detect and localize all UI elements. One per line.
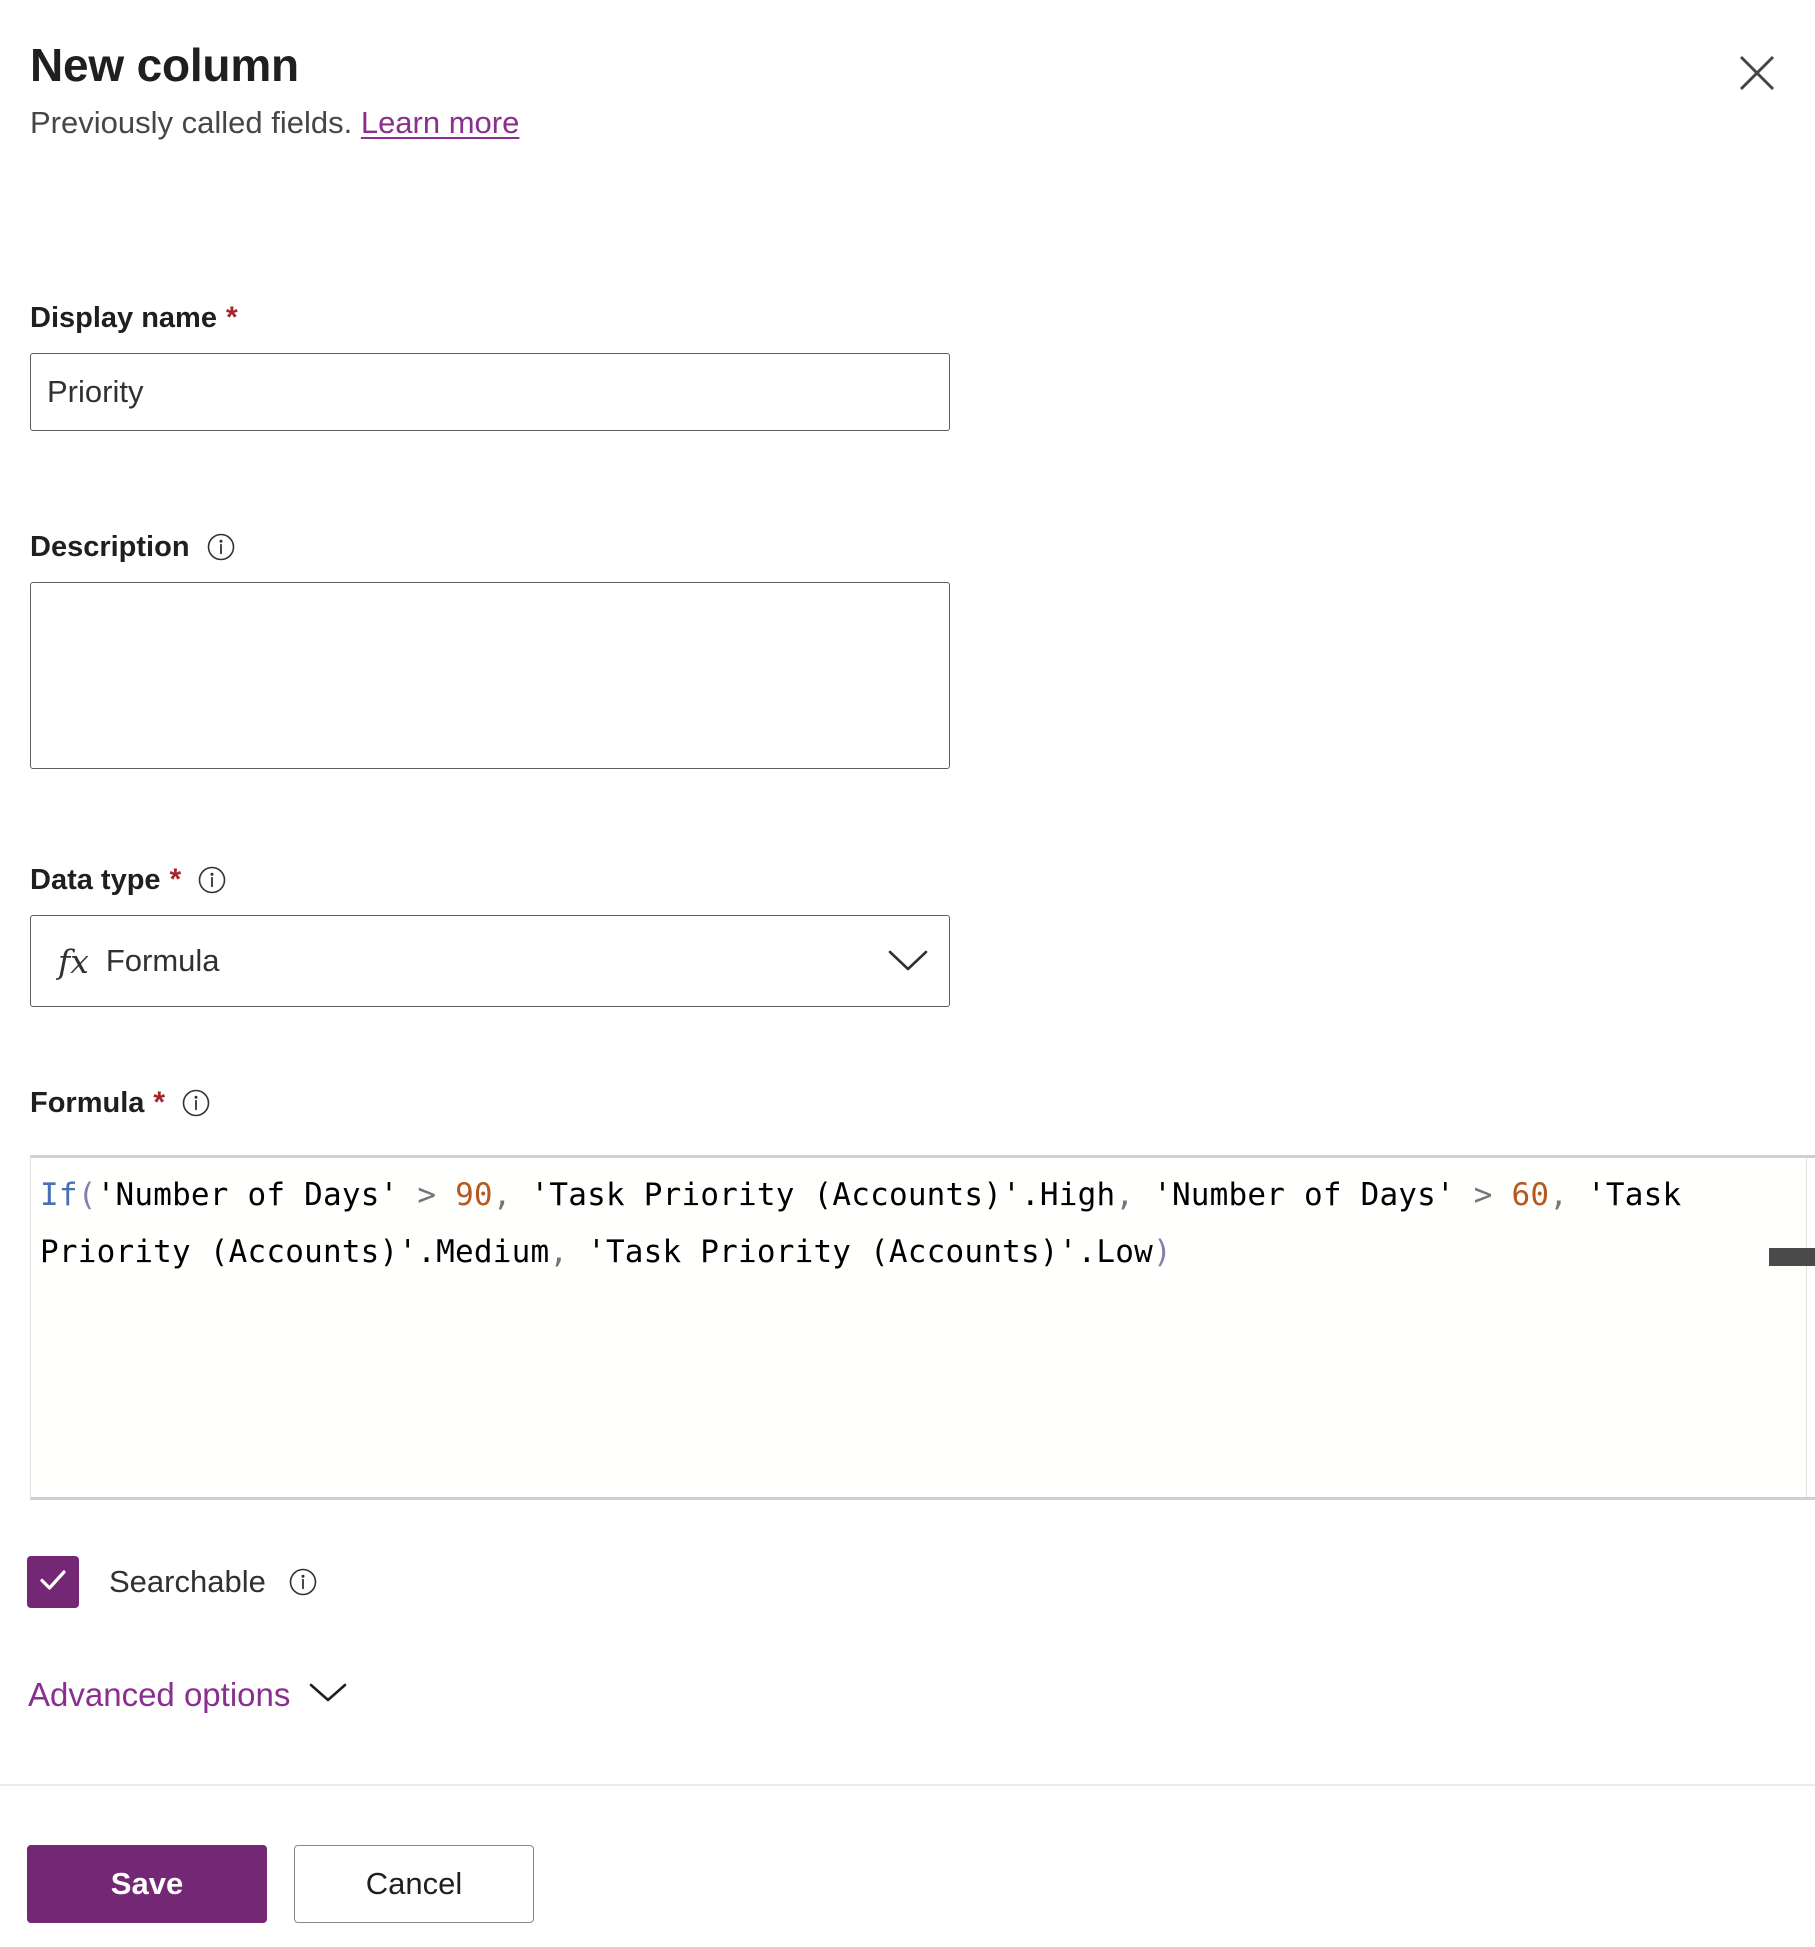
close-button[interactable] bbox=[1724, 40, 1790, 106]
formula-fx-icon: fx bbox=[58, 942, 89, 981]
data-type-label: Data type * bbox=[30, 862, 950, 898]
footer-actions: Save Cancel bbox=[27, 1845, 534, 1923]
data-type-dropdown[interactable]: fx Formula bbox=[30, 915, 950, 1007]
searchable-checkbox-row[interactable]: Searchable bbox=[27, 1556, 318, 1608]
description-textarea[interactable] bbox=[30, 582, 950, 769]
searchable-label: Searchable bbox=[109, 1564, 266, 1600]
formula-label-row: Formula * bbox=[30, 1085, 211, 1121]
display-name-input[interactable] bbox=[30, 353, 950, 431]
searchable-checkbox[interactable] bbox=[27, 1556, 79, 1608]
required-marker: * bbox=[226, 300, 238, 336]
info-icon[interactable] bbox=[181, 1088, 211, 1118]
chevron-down-icon bbox=[308, 1681, 348, 1710]
formula-editor[interactable]: If('Number of Days' > 90, 'Task Priority… bbox=[30, 1155, 1815, 1500]
data-type-selected-value: Formula bbox=[106, 943, 887, 979]
data-type-label-text: Data type bbox=[30, 863, 161, 898]
advanced-options-toggle[interactable]: Advanced options bbox=[28, 1676, 348, 1714]
info-icon[interactable] bbox=[288, 1567, 318, 1597]
footer-divider bbox=[0, 1784, 1815, 1786]
display-name-label-text: Display name bbox=[30, 301, 217, 336]
info-icon[interactable] bbox=[197, 865, 227, 895]
description-label-text: Description bbox=[30, 530, 190, 565]
checkmark-icon bbox=[36, 1563, 70, 1602]
formula-label-text: Formula bbox=[30, 1086, 144, 1121]
page-title: New column bbox=[30, 40, 1785, 91]
formula-label: Formula * bbox=[30, 1085, 211, 1121]
learn-more-link[interactable]: Learn more bbox=[361, 105, 520, 140]
display-name-label: Display name * bbox=[30, 300, 950, 336]
description-label: Description bbox=[30, 530, 950, 565]
new-column-panel: New column Previously called fields. Lea… bbox=[0, 0, 1815, 1947]
panel-header: New column Previously called fields. Lea… bbox=[30, 40, 1785, 141]
panel-subtitle: Previously called fields. Learn more bbox=[30, 104, 1785, 141]
required-marker: * bbox=[170, 862, 182, 898]
cancel-button[interactable]: Cancel bbox=[294, 1845, 534, 1923]
formula-scrollbar[interactable] bbox=[1806, 1158, 1815, 1497]
save-button[interactable]: Save bbox=[27, 1845, 267, 1923]
subtitle-text: Previously called fields. bbox=[30, 105, 352, 140]
data-type-field: Data type * fx Formula bbox=[30, 862, 950, 1007]
formula-code-text[interactable]: If('Number of Days' > 90, 'Task Priority… bbox=[31, 1158, 1815, 1281]
info-icon[interactable] bbox=[206, 532, 236, 562]
advanced-options-label: Advanced options bbox=[28, 1676, 290, 1714]
required-marker: * bbox=[153, 1085, 165, 1121]
close-icon bbox=[1735, 51, 1779, 95]
description-field: Description bbox=[30, 530, 950, 774]
display-name-field: Display name * bbox=[30, 300, 950, 431]
chevron-down-icon bbox=[887, 948, 929, 974]
formula-scrollbar-thumb[interactable] bbox=[1769, 1248, 1815, 1266]
